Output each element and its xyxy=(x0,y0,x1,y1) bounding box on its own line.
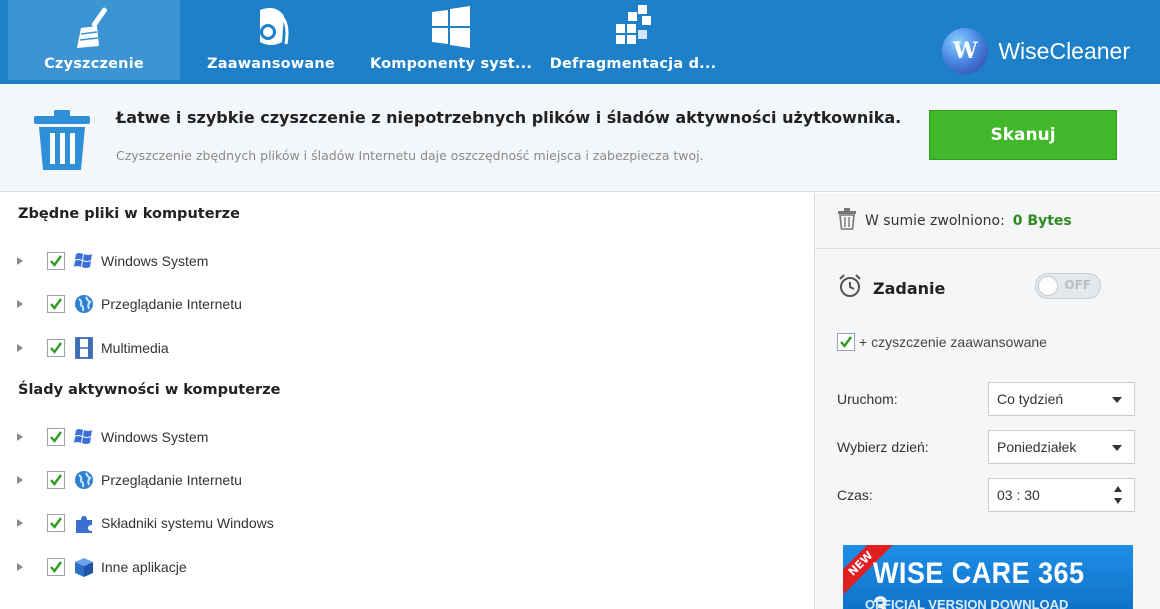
run-frequency-value: Co tydzień xyxy=(997,391,1064,407)
tab-label: Komponenty syst... xyxy=(369,56,533,72)
header-description: Czyszczenie zbędnych plików i śladów Int… xyxy=(116,148,704,163)
toggle-state-label: OFF xyxy=(1064,278,1091,292)
expand-arrow-icon[interactable] xyxy=(17,519,23,527)
checkbox[interactable] xyxy=(47,514,65,532)
expand-arrow-icon[interactable] xyxy=(17,344,23,352)
windows-logo-icon xyxy=(426,2,476,52)
day-label: Wybierz dzień: xyxy=(837,439,929,455)
list-item[interactable]: Windows System xyxy=(0,248,500,274)
list-item[interactable]: Inne aplikacje xyxy=(0,554,500,580)
list-item-label: Windows System xyxy=(101,253,209,269)
tab-zaawansowane[interactable]: Zaawansowane xyxy=(190,0,352,80)
list-item-label: Windows System xyxy=(101,429,209,445)
windows-flag-icon xyxy=(73,250,95,272)
run-frequency-select[interactable]: Co tydzień xyxy=(988,382,1135,416)
checkbox[interactable] xyxy=(47,558,65,576)
trash-can-icon xyxy=(32,110,92,176)
expand-arrow-icon[interactable] xyxy=(17,257,23,265)
task-label: Zadanie xyxy=(873,278,946,298)
broom-icon xyxy=(69,2,119,52)
time-value: 03 : 30 xyxy=(997,487,1040,503)
ad-subtitle: OFFICIAL VERSION DOWNLOAD xyxy=(865,597,1069,609)
expand-arrow-icon[interactable] xyxy=(17,476,23,484)
list-item[interactable]: Przeglądanie Internetu xyxy=(0,291,500,317)
chevron-down-icon xyxy=(1112,445,1122,451)
vacuum-cleaner-icon xyxy=(246,2,296,52)
header-headline: Łatwe i szybkie czyszczenie z niepotrzeb… xyxy=(116,108,902,127)
toggle-knob xyxy=(1038,276,1058,296)
tab-label: Zaawansowane xyxy=(207,56,335,72)
film-icon xyxy=(73,337,95,359)
advanced-cleaning-option[interactable]: + czyszczenie zaawansowane xyxy=(837,333,1047,351)
run-label: Uruchom: xyxy=(837,391,898,407)
section-title-activity-traces: Ślady aktywności w komputerze xyxy=(18,382,281,398)
chevron-down-icon xyxy=(1112,397,1122,403)
time-spinner[interactable]: 03 : 30 xyxy=(988,478,1135,512)
tab-label: Czyszczenie xyxy=(44,56,144,72)
space-freed-summary: W sumie zwolniono: 0 Bytes xyxy=(837,208,1072,234)
globe-icon xyxy=(73,469,95,491)
globe-icon xyxy=(73,293,95,315)
list-item-label: Inne aplikacje xyxy=(101,559,187,575)
checkbox[interactable] xyxy=(47,471,65,489)
list-item[interactable]: Windows System xyxy=(0,424,500,450)
tab-komponenty-systemu[interactable]: Komponenty syst... xyxy=(362,0,540,80)
top-navigation-bar: Czyszczenie Zaawansowane Komponenty syst… xyxy=(0,0,1160,84)
tab-label: Defragmentacja d... xyxy=(549,56,717,72)
wisecleaner-logo-icon: W xyxy=(942,28,989,74)
day-value: Poniedziałek xyxy=(997,439,1077,455)
box-icon xyxy=(73,556,95,578)
schedule-toggle[interactable]: OFF xyxy=(1035,273,1101,299)
brand: W WiseCleaner xyxy=(942,28,1130,74)
puzzle-icon xyxy=(73,512,95,534)
checkbox[interactable] xyxy=(47,428,65,446)
schedule-panel: W sumie zwolniono: 0 Bytes Zadanie OFF +… xyxy=(814,193,1160,609)
space-freed-label: W sumie zwolniono: xyxy=(865,213,1005,229)
small-trash-icon xyxy=(837,208,857,234)
space-freed-value: 0 Bytes xyxy=(1012,213,1072,229)
day-select[interactable]: Poniedziałek xyxy=(988,430,1135,464)
expand-arrow-icon[interactable] xyxy=(17,563,23,571)
list-item[interactable]: Multimedia xyxy=(0,335,500,361)
list-item-label: Przeglądanie Internetu xyxy=(101,296,242,312)
windows-flag-icon xyxy=(73,426,95,448)
wise-care-ad-banner[interactable]: NEW WISE CARE 365 3 OFFICIAL VERSION DOW… xyxy=(843,545,1133,609)
list-item-label: Składniki systemu Windows xyxy=(101,515,274,531)
defrag-blocks-icon xyxy=(608,2,658,52)
spinner-arrows-icon[interactable] xyxy=(1114,484,1124,508)
section-title-junk-files: Zbędne pliki w komputerze xyxy=(18,206,240,222)
task-header: Zadanie xyxy=(837,273,945,303)
expand-arrow-icon[interactable] xyxy=(17,433,23,441)
list-item[interactable]: Przeglądanie Internetu xyxy=(0,467,500,493)
list-item-label: Przeglądanie Internetu xyxy=(101,472,242,488)
checkbox[interactable] xyxy=(47,339,65,357)
advanced-cleaning-label: + czyszczenie zaawansowane xyxy=(859,334,1047,350)
tab-czyszczenie[interactable]: Czyszczenie xyxy=(8,0,180,80)
alarm-clock-icon xyxy=(837,273,863,303)
brand-name: WiseCleaner xyxy=(998,37,1130,64)
checkbox[interactable] xyxy=(47,252,65,270)
list-item-label: Multimedia xyxy=(101,340,169,356)
checkbox[interactable] xyxy=(837,333,855,351)
time-label: Czas: xyxy=(837,487,873,503)
cleaning-options-list: Zbędne pliki w komputerze Windows System… xyxy=(0,193,814,609)
tab-defragmentacja[interactable]: Defragmentacja d... xyxy=(548,0,718,80)
checkbox[interactable] xyxy=(47,295,65,313)
expand-arrow-icon[interactable] xyxy=(17,300,23,308)
scan-button[interactable]: Skanuj xyxy=(929,110,1117,160)
list-item[interactable]: Składniki systemu Windows xyxy=(0,510,500,536)
divider xyxy=(815,248,1160,249)
